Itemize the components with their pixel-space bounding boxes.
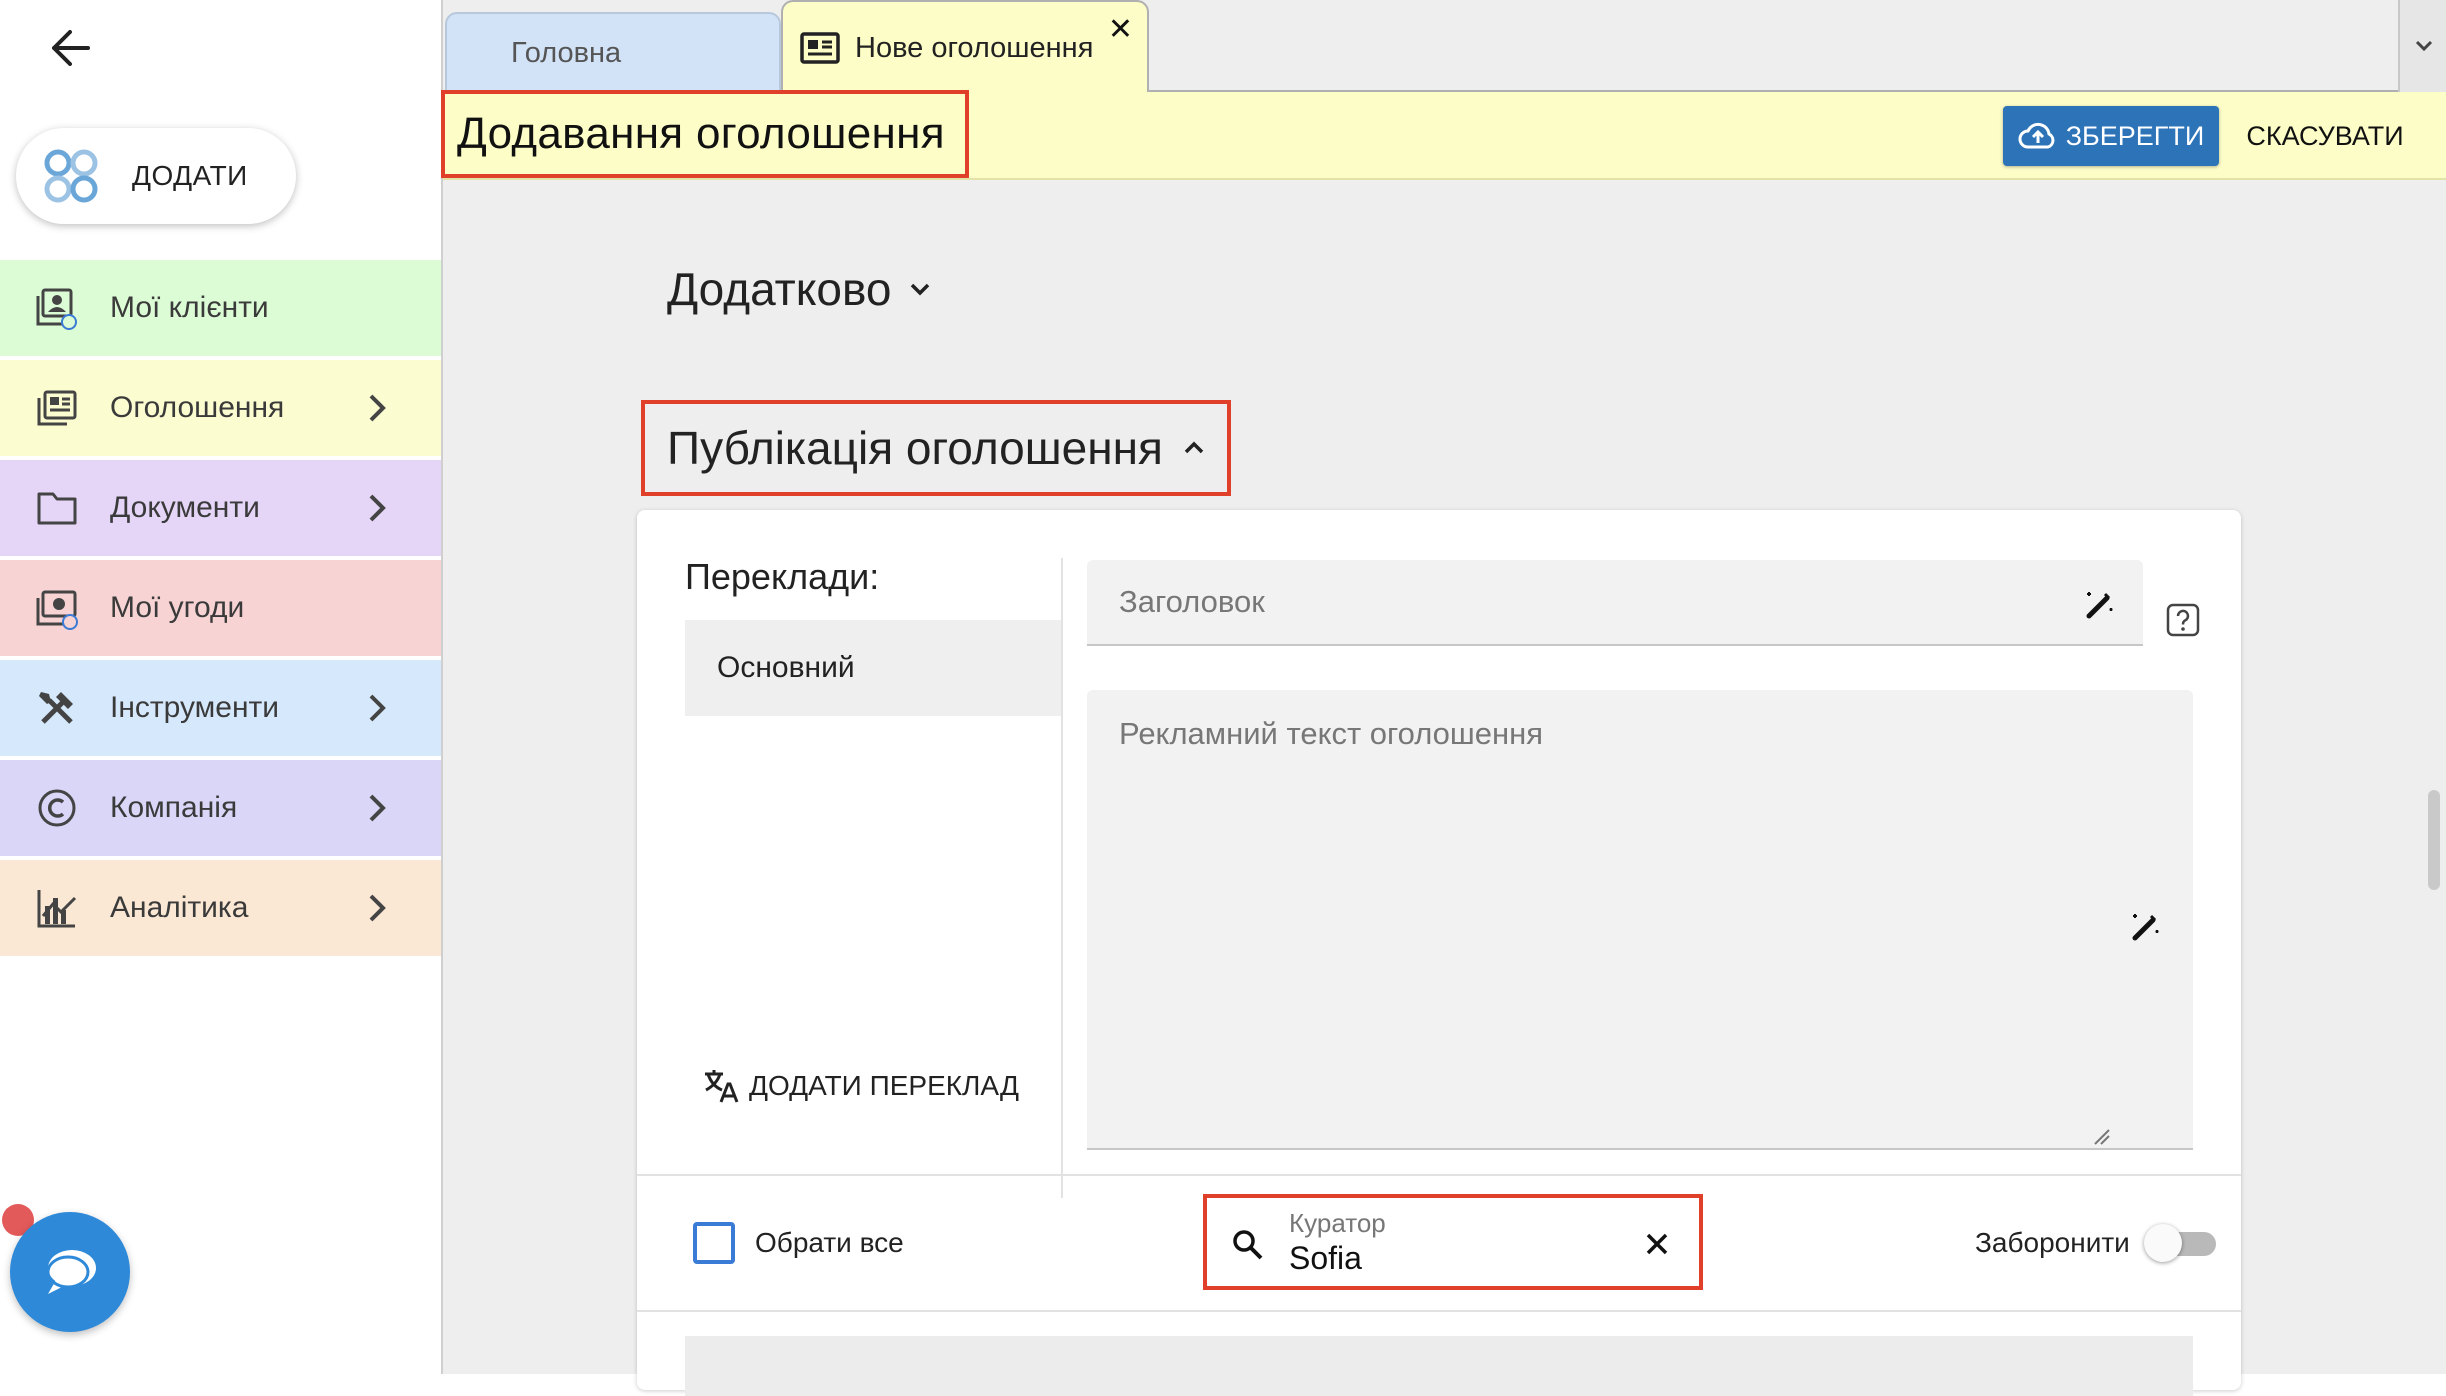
chat-icon — [46, 1250, 96, 1294]
section-extra-toggle[interactable]: Додатково — [667, 262, 933, 316]
add-button[interactable]: ДОДАТИ — [16, 128, 296, 224]
search-icon — [1233, 1230, 1263, 1260]
add-translation-label: ДОДАТИ ПЕРЕКЛАД — [749, 1070, 1019, 1101]
ban-label: Заборонити — [1975, 1227, 2130, 1258]
title-placeholder: Заголовок — [1119, 584, 1265, 619]
app-logo-icon — [44, 149, 98, 203]
sidebar-item-label: Компанія — [110, 791, 238, 824]
listings-icon — [34, 385, 80, 431]
tab-home[interactable]: Головна — [445, 12, 781, 92]
page-header: Додавання оголошення ЗБЕРЕГТИ СКАСУВАТИ — [441, 90, 2446, 180]
translation-item-main[interactable]: Основний — [685, 620, 1061, 716]
cancel-button[interactable]: СКАСУВАТИ — [2235, 106, 2415, 166]
scrollbar[interactable] — [2428, 790, 2440, 890]
save-button[interactable]: ЗБЕРЕГТИ — [2003, 106, 2219, 166]
section-publication-label: Публікація оголошення — [667, 422, 1163, 474]
resize-handle-icon[interactable] — [2091, 1126, 2111, 1146]
ad-text-textarea[interactable]: Рекламний текст оголошення — [1087, 690, 2193, 1150]
chevron-up-icon — [1184, 441, 1204, 454]
title-input[interactable]: Заголовок — [1087, 560, 2143, 646]
deals-icon — [34, 585, 80, 631]
sidebar-item-analytics[interactable]: Аналітика — [0, 860, 441, 956]
listing-card-icon — [800, 32, 840, 64]
back-arrow-icon[interactable] — [44, 22, 96, 74]
sidebar-item-label: Мої угоди — [110, 591, 245, 624]
clients-icon — [34, 285, 80, 331]
chat-button[interactable] — [10, 1212, 130, 1332]
sidebar-item-company[interactable]: Компанія — [0, 760, 441, 856]
save-button-label: ЗБЕРЕГТИ — [2065, 120, 2205, 151]
divider — [637, 1174, 2241, 1176]
add-button-label: ДОДАТИ — [132, 160, 248, 191]
sidebar-item-label: Документи — [110, 491, 260, 524]
section-extra-label: Додатково — [667, 263, 892, 315]
curator-search-field[interactable]: Куратор Sofia — [1203, 1194, 1703, 1290]
close-tab-icon[interactable]: ✕ — [1108, 12, 1133, 47]
tab-home-label: Головна — [511, 36, 622, 69]
sidebar-item-label: Інструменти — [110, 691, 280, 724]
ban-toggle-group: Заборонити — [1975, 1222, 2218, 1264]
page-title: Додавання оголошення — [441, 90, 969, 178]
analytics-icon — [34, 885, 80, 931]
translations-label: Переклади: — [685, 556, 880, 597]
chevron-right-icon — [369, 394, 386, 422]
main-area: Головна Нове оголошення ✕ Додавання огол… — [441, 0, 2446, 1396]
tab-new-listing[interactable]: Нове оголошення ✕ — [781, 0, 1149, 94]
chevron-down-icon — [2415, 40, 2433, 52]
section-publication-toggle[interactable]: Публікація оголошення — [641, 400, 1231, 496]
publication-card: Переклади: Основний ДОДАТИ ПЕРЕКЛАД Заго… — [637, 510, 2241, 1396]
tools-icon — [34, 685, 80, 731]
sidebar-item-listings[interactable]: Оголошення — [0, 360, 441, 456]
toggle-thumb — [2143, 1224, 2182, 1262]
sidebar-item-tools[interactable]: Інструменти — [0, 660, 441, 756]
chevron-right-icon — [369, 794, 386, 822]
translate-icon — [705, 1070, 739, 1103]
add-translation-button[interactable]: ДОДАТИ ПЕРЕКЛАД — [701, 1066, 1019, 1106]
ban-toggle[interactable] — [2143, 1222, 2218, 1264]
checkbox-box[interactable] — [693, 1222, 735, 1264]
sidebar-item-deals[interactable]: Мої угоди — [0, 560, 441, 656]
tab-new-listing-label: Нове оголошення — [855, 31, 1094, 64]
select-all-label: Обрати все — [755, 1227, 904, 1258]
magic-wand-icon[interactable] — [2127, 908, 2163, 944]
divider — [1061, 558, 1063, 1198]
clear-icon[interactable] — [1641, 1228, 1673, 1260]
curator-label: Куратор — [1289, 1208, 1386, 1238]
sidebar-item-label: Оголошення — [110, 391, 285, 424]
sidebar-item-label: Мої клієнти — [110, 291, 269, 324]
sidebar-item-documents[interactable]: Документи — [0, 460, 441, 556]
chevron-right-icon — [369, 494, 386, 522]
chevron-right-icon — [369, 694, 386, 722]
tabs-dropdown-button[interactable] — [2398, 0, 2446, 92]
curator-value: Sofia — [1289, 1240, 1362, 1276]
folder-icon — [34, 485, 80, 531]
tab-bar: Головна Нове оголошення ✕ — [443, 0, 2446, 94]
chevron-right-icon — [369, 894, 386, 922]
magic-wand-icon[interactable] — [2081, 586, 2117, 622]
sidebar-item-label: Аналітика — [110, 891, 249, 924]
select-all-checkbox[interactable]: Обрати все — [693, 1222, 904, 1264]
sidebar-menu: Мої клієнти Оголошення Документи Мої уго… — [0, 260, 441, 960]
copyright-icon — [34, 785, 80, 831]
sidebar-item-clients[interactable]: Мої клієнти — [0, 260, 441, 356]
divider — [637, 1310, 2241, 1312]
cloud-upload-icon — [2018, 122, 2055, 149]
chevron-down-icon — [911, 283, 930, 296]
sidebar: ДОДАТИ Мої клієнти Оголошення Документи — [0, 0, 441, 1374]
help-icon[interactable] — [2165, 602, 2201, 638]
next-section-strip — [685, 1336, 2193, 1396]
ad-text-placeholder: Рекламний текст оголошення — [1119, 716, 1544, 751]
